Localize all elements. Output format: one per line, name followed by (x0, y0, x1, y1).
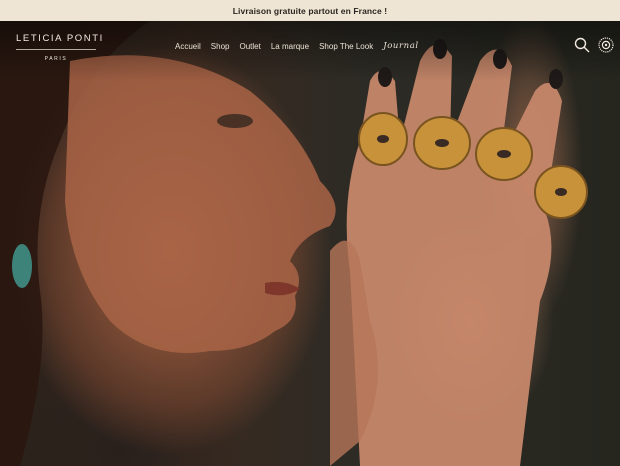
nav-item-journal[interactable]: Journal (383, 41, 419, 51)
site-header: LETICIA PONTI PARIS Accueil Shop Outlet … (0, 21, 620, 71)
hero-photo-illustration (0, 21, 588, 466)
nav-item-shop[interactable]: Shop (211, 42, 230, 51)
main-nav: Accueil Shop Outlet La marque Shop The L… (175, 41, 419, 51)
announcement-bar: Livraison gratuite partout en France ! (0, 0, 620, 21)
hero-image (0, 21, 620, 466)
header-icons (574, 37, 614, 53)
account-sun-icon[interactable] (598, 37, 614, 53)
announcement-text: Livraison gratuite partout en France ! (232, 5, 388, 16)
nav-item-la-marque[interactable]: La marque (271, 42, 309, 51)
brand-name: LETICIA PONTI (16, 33, 102, 50)
brand-logo[interactable]: LETICIA PONTI PARIS (16, 33, 102, 62)
brand-city: PARIS (44, 56, 68, 62)
nav-item-shop-the-look[interactable]: Shop The Look (319, 42, 373, 51)
search-icon[interactable] (574, 37, 590, 53)
nav-item-outlet[interactable]: Outlet (239, 42, 260, 51)
nav-item-accueil[interactable]: Accueil (175, 42, 201, 51)
